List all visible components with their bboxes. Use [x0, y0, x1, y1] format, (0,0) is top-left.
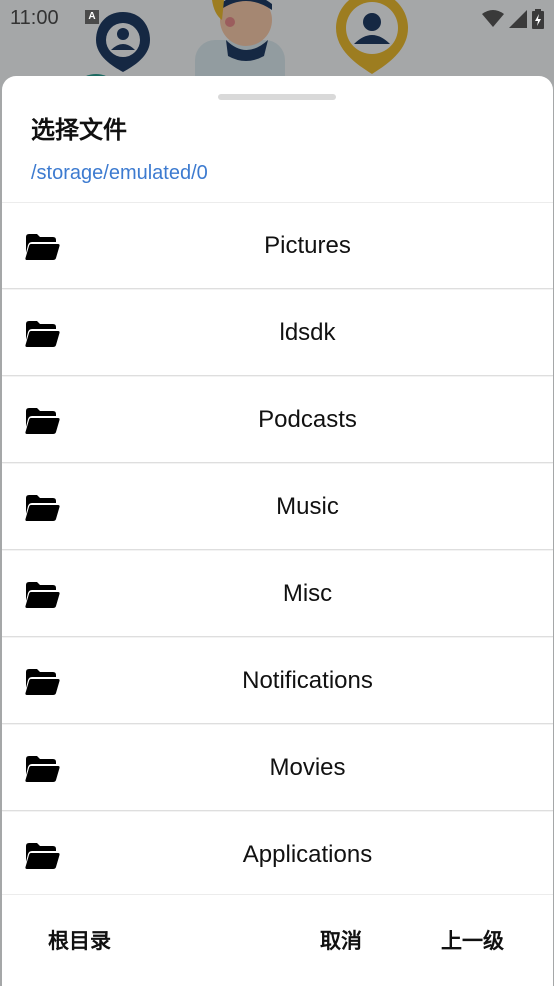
folder-icon	[25, 756, 60, 782]
file-picker-sheet: 选择文件 /storage/emulated/0 Pictures ldsdk …	[2, 76, 553, 986]
root-directory-button[interactable]: 根目录	[48, 895, 111, 986]
folder-icon	[25, 495, 60, 521]
folder-icon	[25, 582, 60, 608]
wifi-icon	[481, 9, 504, 27]
folder-list: Pictures ldsdk Podcasts Music Misc Notif…	[2, 202, 553, 899]
current-path: /storage/emulated/0	[31, 162, 208, 184]
folder-name: ldsdk	[279, 319, 336, 346]
folder-name: Notifications	[242, 667, 373, 694]
folder-row-music[interactable]: Music	[2, 464, 553, 550]
status-bar: 11:00 A	[0, 0, 554, 38]
folder-name: Pictures	[264, 232, 351, 259]
folder-row-applications[interactable]: Applications	[2, 812, 553, 898]
drag-handle[interactable]	[218, 94, 336, 100]
folder-row-notifications[interactable]: Notifications	[2, 638, 553, 724]
folder-row-podcasts[interactable]: Podcasts	[2, 377, 553, 463]
folder-name: Podcasts	[258, 406, 357, 433]
folder-icon	[25, 234, 60, 260]
folder-icon	[25, 408, 60, 434]
folder-name: Music	[276, 493, 339, 520]
folder-icon	[25, 843, 60, 869]
folder-row-movies[interactable]: Movies	[2, 725, 553, 811]
folder-name: Misc	[282, 580, 333, 607]
battery-icon	[532, 8, 544, 29]
status-icons	[481, 8, 544, 29]
folder-row-pictures[interactable]: Pictures	[2, 203, 553, 289]
cancel-button[interactable]: 取消	[320, 895, 362, 986]
folder-icon	[25, 321, 60, 347]
folder-name: Movies	[269, 754, 346, 781]
status-time: 11:00	[10, 7, 59, 29]
folder-row-misc[interactable]: Misc	[2, 551, 553, 637]
folder-row-ldsdk[interactable]: ldsdk	[2, 290, 553, 376]
parent-directory-button[interactable]: 上一级	[441, 895, 504, 986]
dialog-footer: 根目录 取消 上一级	[2, 894, 553, 986]
notification-a-icon: A	[85, 10, 99, 24]
folder-icon	[25, 669, 60, 695]
dialog-title: 选择文件	[31, 116, 127, 144]
folder-name: Applications	[242, 841, 373, 868]
signal-icon	[508, 9, 527, 28]
